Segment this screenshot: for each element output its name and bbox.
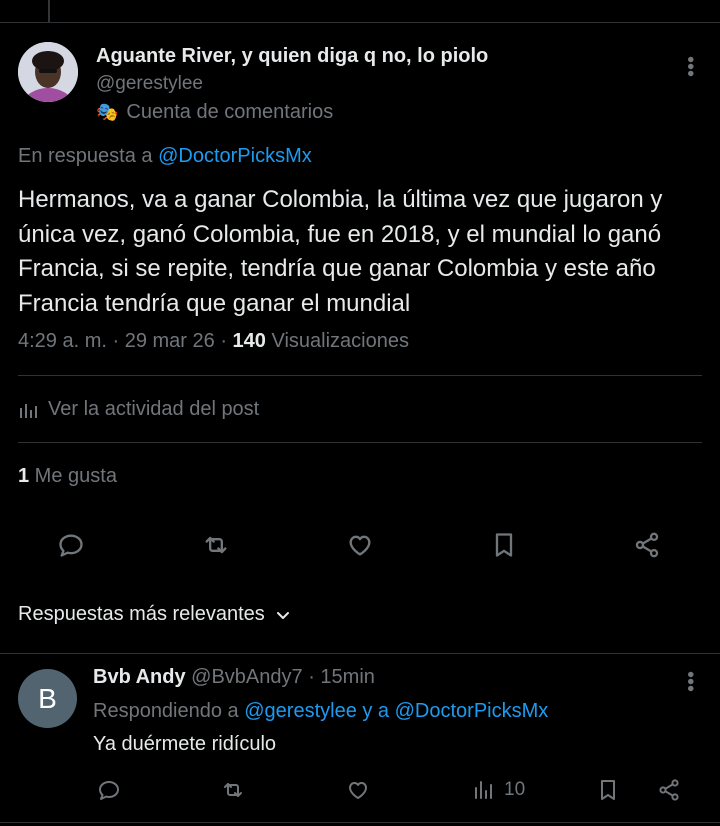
share-button[interactable] [629, 527, 665, 563]
bookmark-icon [601, 780, 615, 800]
post-time[interactable]: 4:29 a. m. · 29 mar 26 · [18, 330, 233, 352]
share-icon [659, 779, 679, 801]
reply-avatar[interactable]: B [18, 669, 77, 728]
reply-prefix: En respuesta a [18, 145, 153, 167]
heart-icon [349, 535, 371, 556]
reply-views-button[interactable]: 10 [472, 775, 525, 805]
author-avatar[interactable] [18, 42, 78, 102]
reply-header: Bvb Andy @BvbAndy7 · 15min [93, 666, 375, 689]
post-meta: 4:29 a. m. · 29 mar 26 · 140 Visualizaci… [18, 330, 409, 353]
post-text: Hermanos, va a ganar Colombia, la última… [18, 186, 663, 317]
heart-icon [349, 782, 367, 799]
account-label: 🎭 Cuenta de comentarios [96, 101, 333, 124]
views-count: 140 [232, 330, 266, 352]
reply-like-button[interactable] [346, 775, 370, 805]
meta-divider [18, 375, 702, 376]
author-name[interactable]: Aguante River, y quien diga q no, lo pio… [96, 45, 488, 68]
bookmark-icon [495, 533, 513, 557]
reply-repost-button[interactable] [221, 775, 245, 805]
chevron-down-icon [276, 611, 289, 619]
analytics-icon [20, 403, 37, 418]
responding-link-2[interactable]: @DoctorPicksMx [395, 700, 549, 722]
reply-button[interactable] [53, 527, 89, 563]
replies-divider [0, 653, 720, 654]
reply-share-button[interactable] [657, 775, 681, 805]
account-label-text: Cuenta de comentarios [126, 101, 334, 123]
reply-icon [99, 781, 119, 800]
reply-icon [59, 534, 83, 557]
responding-join: y a [356, 700, 395, 722]
theater-masks-icon: 🎭 [96, 102, 119, 122]
more-options-icon[interactable]: ••• [679, 56, 701, 77]
reply-reply-button[interactable] [97, 775, 121, 805]
reply-more-options-icon[interactable]: ••• [679, 671, 701, 692]
repost-icon [205, 536, 227, 554]
reply-views-count: 10 [504, 779, 526, 800]
reply-text: Ya duérmete ridículo [93, 733, 277, 755]
bottom-divider [0, 822, 720, 823]
likes-count: 1 [18, 465, 30, 487]
reply-author-name[interactable]: Bvb Andy [93, 666, 186, 688]
reply-responding: Respondiendo a @gerestylee y a @DoctorPi… [93, 700, 548, 723]
reply-bookmark-button[interactable] [596, 775, 620, 805]
reply-context: En respuesta a @DoctorPicksMx [18, 145, 312, 168]
author-handle[interactable]: @gerestylee [96, 73, 203, 95]
analytics-icon [475, 781, 492, 799]
reply-target-link[interactable]: @DoctorPicksMx [158, 145, 312, 167]
activity-divider [18, 442, 702, 443]
responding-prefix: Respondiendo a [93, 700, 245, 722]
activity-label: Ver la actividad del post [48, 398, 260, 420]
views-label: Visualizaciones [265, 330, 409, 352]
post-activity-link[interactable]: Ver la actividad del post [18, 398, 259, 421]
share-icon [635, 532, 659, 558]
sort-label: Respuestas más relevantes [18, 603, 265, 625]
thread-line [48, 0, 50, 22]
likes-summary[interactable]: 1 Me gusta [18, 465, 117, 488]
replies-sort-dropdown[interactable]: Respuestas más relevantes [18, 603, 291, 626]
avatar-image [18, 42, 78, 102]
responding-link-1[interactable]: @gerestylee [244, 700, 357, 722]
repost-button[interactable] [198, 527, 234, 563]
reply-handle-time[interactable]: @BvbAndy7 · 15min [186, 666, 375, 688]
top-divider [0, 22, 720, 23]
like-button[interactable] [342, 527, 378, 563]
likes-label: Me gusta [29, 465, 117, 487]
bookmark-button[interactable] [486, 527, 522, 563]
repost-icon [224, 783, 242, 797]
